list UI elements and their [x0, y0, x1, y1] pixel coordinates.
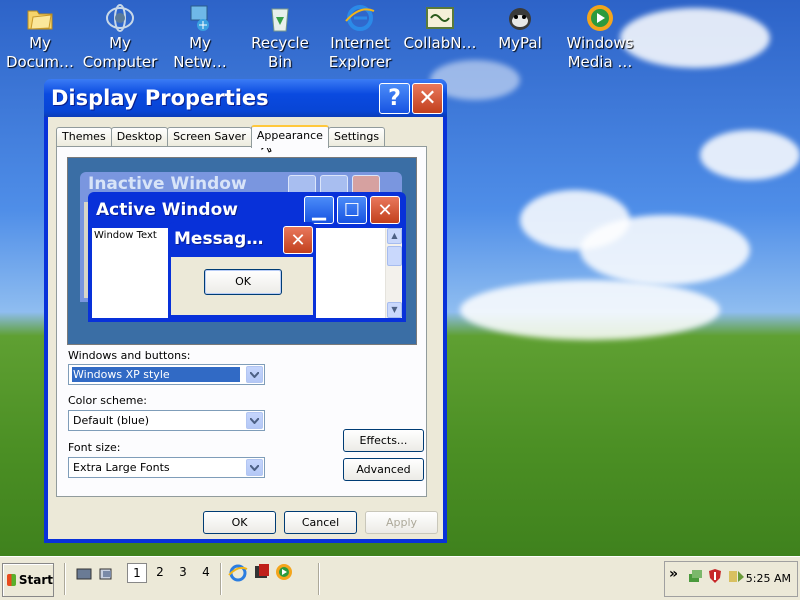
close-icon: ✕: [418, 86, 437, 111]
tab-desktop[interactable]: Desktop: [110, 127, 169, 147]
font-size-select[interactable]: Extra Large Fonts: [68, 457, 265, 478]
my-computer-icon: [104, 2, 136, 34]
color-scheme-select[interactable]: Default (blue): [68, 410, 265, 431]
message-box-title: Messag…: [174, 229, 264, 249]
internet-explorer-icon: [344, 2, 376, 34]
message-box-preview: Messag… ✕ OK: [168, 222, 316, 318]
active-close-icon: ✕: [370, 196, 400, 224]
desktop-icon-label: MyPal: [498, 34, 542, 52]
font-size-value: Extra Large Fonts: [73, 461, 170, 474]
start-button[interactable]: Start: [2, 563, 54, 597]
inactive-window-title: Inactive Window: [88, 174, 247, 194]
show-desktop-icon[interactable]: [76, 567, 92, 584]
message-ok-button: OK: [204, 269, 282, 295]
desktop-icon-label: Computer: [82, 53, 158, 71]
internet-explorer-icon[interactable]: [228, 563, 248, 586]
tab-strip: Themes Desktop Screen Saver Appearance S…: [56, 125, 386, 148]
dialog-client: Themes Desktop Screen Saver Appearance S…: [48, 117, 443, 539]
desktop-icon-1[interactable]: My Docum…: [0, 2, 80, 72]
color-scheme-label: Color scheme:: [68, 394, 147, 407]
desktop-icon-5[interactable]: Internet Explorer: [320, 2, 400, 72]
workspace-page-3[interactable]: 3: [173, 563, 193, 583]
scroll-up-icon: ▲: [387, 228, 402, 244]
desktop-icon-label: Explorer: [328, 53, 392, 71]
active-minimize-icon: ▁: [304, 196, 334, 224]
message-close-icon: ✕: [283, 226, 313, 254]
scroll-down-icon: ▼: [387, 302, 402, 318]
appearance-preview: Inactive Window Active Window ▁ ☐ ✕ Wind…: [67, 157, 417, 345]
media-player-icon[interactable]: [275, 563, 293, 584]
taskbar: Start 1 2 3 4 » 5:25 AM: [0, 556, 800, 600]
security-shield-icon[interactable]: [707, 568, 723, 587]
advanced-button[interactable]: Advanced: [343, 458, 424, 481]
desktop-icon-label: CollabN…: [403, 34, 477, 52]
desktop-icon-2[interactable]: My Computer: [80, 2, 160, 72]
apply-button[interactable]: Apply: [365, 511, 438, 534]
active-maximize-icon: ☐: [337, 196, 367, 224]
window-text-sample: Window Text: [94, 230, 157, 241]
workspace-page-4[interactable]: 4: [196, 563, 216, 583]
desktop-icon-label: My: [109, 34, 131, 52]
color-scheme-value: Default (blue): [73, 414, 150, 427]
clock[interactable]: 5:25 AM: [746, 572, 791, 585]
cancel-button[interactable]: Cancel: [284, 511, 357, 534]
help-button[interactable]: ?: [379, 83, 410, 114]
recycle-bin-icon: [264, 2, 296, 34]
tab-settings[interactable]: Settings: [327, 127, 386, 147]
start-label: Start: [18, 573, 53, 587]
my-network-icon: [184, 2, 216, 34]
desktop-icon-label: Docum…: [5, 53, 75, 71]
desktop-icon-6[interactable]: CollabN…: [400, 2, 480, 53]
preview-scrollbar: ▲ ▼: [385, 228, 402, 318]
workspace-page-2[interactable]: 2: [150, 563, 170, 583]
desktop-icon-label: Media …: [567, 53, 633, 71]
scroll-thumb: [387, 246, 402, 266]
red-application-icon[interactable]: [253, 563, 271, 584]
windows-and-buttons-label: Windows and buttons:: [68, 349, 191, 362]
desktop-icon-label: My: [189, 34, 211, 52]
desktop-icon-label: Windows: [566, 34, 634, 52]
desktop-icon-label: My: [29, 34, 51, 52]
chevron-down-icon[interactable]: [246, 412, 263, 429]
my-documents-icon: [24, 2, 56, 34]
tab-appearance[interactable]: Appearance: [250, 125, 329, 148]
system-tray: » 5:25 AM: [664, 561, 798, 597]
desktop-icon-3[interactable]: My Netw…: [160, 2, 240, 72]
window-title: Display Properties: [51, 86, 269, 110]
tab-screen-saver[interactable]: Screen Saver: [167, 127, 252, 147]
ok-button[interactable]: OK: [203, 511, 276, 534]
font-size-label: Font size:: [68, 441, 121, 454]
collabnet-icon: [424, 2, 456, 34]
desktop-icon-label: Internet: [330, 34, 390, 52]
windows-and-buttons-select[interactable]: Windows XP style: [68, 364, 265, 385]
display-properties-window: Display Properties ? ✕ Themes Desktop Sc…: [44, 79, 447, 543]
desktop-icon-8[interactable]: Windows Media …: [560, 2, 640, 72]
windows-logo-icon: [7, 574, 16, 586]
tab-themes[interactable]: Themes: [56, 127, 112, 147]
tray-expand-icon[interactable]: »: [669, 566, 678, 582]
windows-and-buttons-value: Windows XP style: [72, 367, 240, 382]
desktop-icon-4[interactable]: Recycle Bin: [240, 2, 320, 72]
desktop-icon-label: Bin: [268, 53, 292, 71]
mypal-icon: [504, 2, 536, 34]
workspace-page-1[interactable]: 1: [127, 563, 147, 583]
windows-media-icon: [584, 2, 616, 34]
close-button[interactable]: ✕: [412, 83, 443, 114]
appearance-panel: Inactive Window Active Window ▁ ☐ ✕ Wind…: [56, 146, 427, 497]
help-icon: ?: [388, 86, 401, 111]
desktop-icon-7[interactable]: MyPal: [480, 2, 560, 53]
chevron-down-icon[interactable]: [246, 459, 263, 476]
chevron-down-icon[interactable]: [246, 366, 263, 383]
effects-button[interactable]: Effects...: [343, 429, 424, 452]
desktop-icon-label: Recycle: [251, 34, 309, 52]
desktop-icon-label: Netw…: [173, 53, 227, 71]
window-switch-icon[interactable]: [98, 567, 114, 584]
safely-remove-icon[interactable]: [727, 568, 745, 587]
title-bar[interactable]: Display Properties ? ✕: [44, 79, 447, 117]
active-window-title: Active Window: [96, 200, 238, 220]
network-icon[interactable]: [687, 568, 703, 587]
